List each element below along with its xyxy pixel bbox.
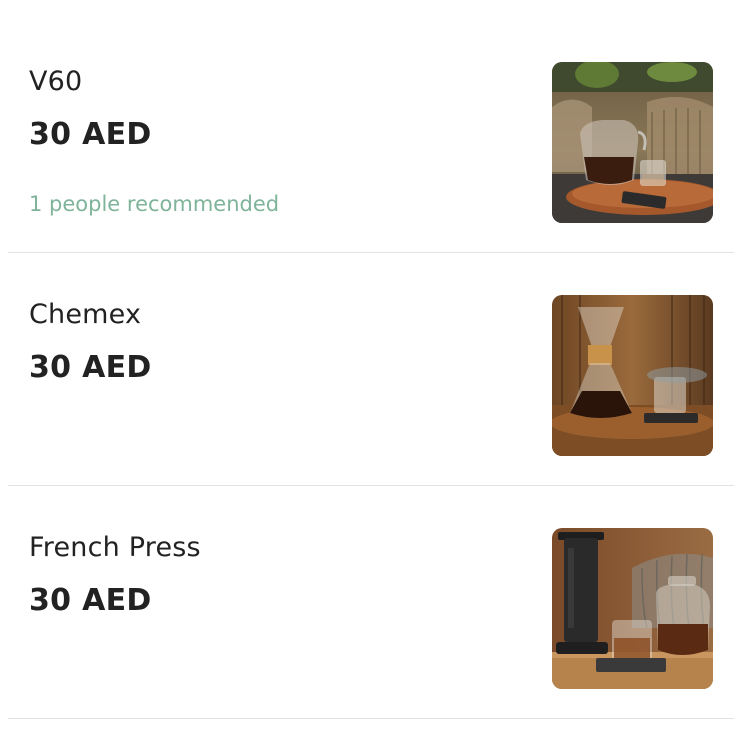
chemex-coffee-photo (552, 295, 713, 456)
item-photo-v60[interactable] (552, 62, 713, 223)
item-photo-chemex[interactable] (552, 295, 713, 456)
menu-list: V60 30 AED 1 people recommended Chemex 3… (0, 0, 740, 750)
item-photo-french-press[interactable] (552, 528, 713, 689)
recommendation-count: 1 people recommended (29, 192, 280, 216)
item-name: French Press (29, 532, 201, 563)
item-name: Chemex (29, 299, 142, 330)
item-price: 30 AED (29, 117, 152, 152)
pour-over-coffee-photo (552, 62, 713, 223)
menu-item-chemex[interactable]: Chemex 30 AED (8, 253, 734, 486)
aeropress-coffee-photo (552, 528, 713, 689)
item-price: 30 AED (29, 583, 152, 618)
item-name: V60 (29, 66, 83, 97)
menu-item-french-press[interactable]: French Press 30 AED (8, 486, 734, 719)
menu-item-v60[interactable]: V60 30 AED 1 people recommended (8, 20, 734, 253)
item-price: 30 AED (29, 350, 152, 385)
